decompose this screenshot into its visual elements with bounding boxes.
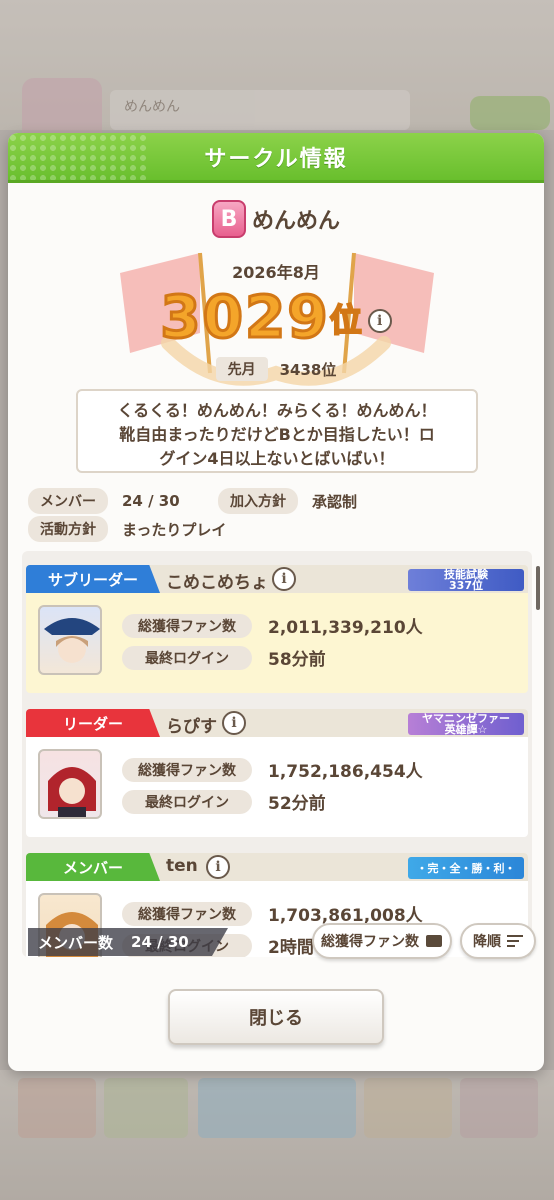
members-value: 24 / 30 <box>122 492 180 510</box>
member-title-badge: ヤマニンゼファー 英雄譚☆ <box>408 713 524 735</box>
activity-policy-value: まったりプレイ <box>122 520 227 539</box>
prev-month-label: 先月 <box>215 357 268 381</box>
fans-stat: 総獲得ファン数 2,011,339,210人 <box>122 613 423 638</box>
sort-key-label: 総獲得ファン数 <box>321 934 419 950</box>
ranking-month: 2026年8月 <box>232 263 320 282</box>
title-line: 英雄譚☆ <box>444 723 488 736</box>
sort-lines-icon <box>507 935 523 947</box>
member-name: らぴす <box>166 717 217 737</box>
fans-value: 2,011,339,210人 <box>268 618 423 638</box>
circle-name-row: B めんめん <box>8 200 544 238</box>
join-policy-value: 承認制 <box>312 492 358 511</box>
login-label: 最終ログイン <box>122 789 252 814</box>
login-value: 52分前 <box>268 794 326 814</box>
login-label: 最終ログイン <box>122 645 252 670</box>
dialog-title: サークル情報 <box>204 146 348 172</box>
member-name: こめこめちょ <box>166 573 268 593</box>
sort-key-button[interactable]: 総獲得ファン数 <box>312 923 452 959</box>
join-policy-meta: 加入方針 承認制 <box>218 488 357 514</box>
member-card[interactable]: サブリーダー こめこめちょ i 技能試験 337位 総獲得ファン数 2,011,… <box>26 565 528 693</box>
title-line: 337位 <box>449 579 483 592</box>
member-list[interactable]: サブリーダー こめこめちょ i 技能試験 337位 総獲得ファン数 2,011,… <box>22 551 532 957</box>
member-count-value: 24 / 30 <box>131 933 189 951</box>
close-button[interactable]: 閉じる <box>168 989 384 1045</box>
card-icon <box>426 935 442 947</box>
rank-unit: 位 <box>329 300 363 340</box>
fans-value: 1,752,186,454人 <box>268 762 423 782</box>
login-stat: 最終ログイン 58分前 <box>122 645 326 670</box>
dialog-header: サークル情報 <box>8 133 544 183</box>
circle-rank-badge: B <box>211 200 246 238</box>
sort-order-label: 降順 <box>473 934 501 950</box>
circle-rank-letter: B <box>220 206 238 232</box>
member-title-badge: 技能試験 337位 <box>408 569 524 591</box>
role-tab-leader: リーダー <box>26 709 160 737</box>
circle-description: くるくる！めんめん！みらくる！めんめん！ 靴自由まったりだけどBとか目指したい！… <box>76 389 478 473</box>
member-list-scrollbar[interactable] <box>536 566 540 610</box>
circle-info-dialog: サークル情報 B めんめん 2026年8月 3029 位 i 先月 3438位 … <box>8 133 544 1071</box>
current-rank: 3029 位 i <box>8 282 544 353</box>
member-title-badge: ・完・全・勝・利・ <box>408 857 524 879</box>
login-value: 58分前 <box>268 650 326 670</box>
activity-policy-meta: 活動方針 まったりプレイ <box>28 516 226 542</box>
activity-policy-label: 活動方針 <box>28 516 108 542</box>
description-line: 靴自由まったりだけどBとか目指したい！ロ <box>119 425 435 444</box>
member-info-icon[interactable]: i <box>272 567 296 591</box>
member-avatar[interactable] <box>38 749 102 819</box>
member-count-label: メンバー数 <box>38 933 114 952</box>
member-info-icon[interactable]: i <box>222 711 246 735</box>
members-meta: メンバー 24 / 30 <box>28 488 180 514</box>
member-avatar[interactable] <box>38 605 102 675</box>
members-label: メンバー <box>28 488 108 514</box>
rank-number: 3029 <box>159 282 330 353</box>
member-count-badge: メンバー数 24 / 30 <box>28 928 228 956</box>
previous-month-rank: 先月 3438位 <box>8 357 544 381</box>
role-tab-member: メンバー <box>26 853 160 881</box>
circle-name: めんめん <box>251 209 340 234</box>
sort-order-button[interactable]: 降順 <box>460 923 536 959</box>
login-stat: 最終ログイン 52分前 <box>122 789 326 814</box>
title-line: ・完・全・勝・利・ <box>416 861 516 875</box>
login-value: 2時間 <box>268 938 314 957</box>
rank-info-icon[interactable]: i <box>367 309 392 333</box>
description-line: グイン4日以上ないとばいばい！ <box>159 449 395 468</box>
prev-month-value: 3438位 <box>279 360 337 379</box>
member-card[interactable]: リーダー らぴす i ヤマニンゼファー 英雄譚☆ 総獲得ファン数 1,752,1… <box>26 709 528 837</box>
role-tab-sub-leader: サブリーダー <box>26 565 160 593</box>
fans-label: 総獲得ファン数 <box>122 901 252 926</box>
fans-label: 総獲得ファン数 <box>122 757 252 782</box>
description-line: くるくる！めんめん！みらくる！めんめん！ <box>117 401 437 420</box>
join-policy-label: 加入方針 <box>218 488 298 514</box>
member-name: ten <box>166 856 198 876</box>
fans-label: 総獲得ファン数 <box>122 613 252 638</box>
member-info-icon[interactable]: i <box>206 855 230 879</box>
fans-stat: 総獲得ファン数 1,752,186,454人 <box>122 757 423 782</box>
